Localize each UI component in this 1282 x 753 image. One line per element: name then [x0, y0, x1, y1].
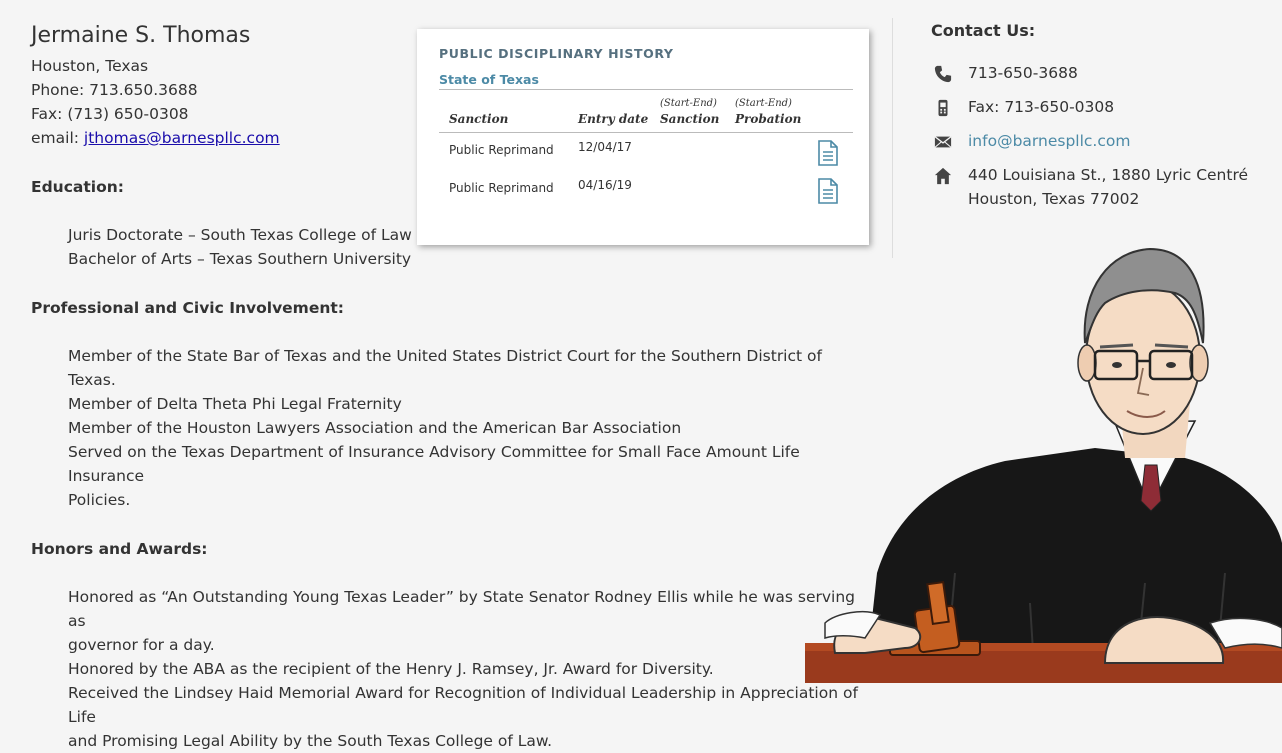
contact-fax-text: Fax: 713-650-0308 — [968, 98, 1115, 116]
column-sanction: Sanction — [449, 112, 509, 126]
list-item: Bachelor of Arts – Texas Southern Univer… — [68, 250, 412, 268]
table-row: Public Reprimand 04/16/19 — [439, 173, 853, 213]
column-divider — [892, 18, 893, 258]
honors-heading: Honors and Awards: — [31, 540, 208, 558]
email-link[interactable]: jthomas@barnespllc.com — [84, 129, 280, 147]
list-item: Received the Lindsey Haid Memorial Award… — [68, 684, 858, 726]
disciplinary-state: State of Texas — [439, 72, 539, 87]
judge-illustration — [805, 247, 1282, 683]
list-item: Honored by the ABA as the recipient of t… — [68, 660, 714, 678]
contact-address-line2: Houston, Texas 77002 — [968, 190, 1140, 208]
fax-icon — [938, 99, 948, 117]
list-item: Member of the Houston Lawyers Associatio… — [68, 419, 682, 437]
phone-icon — [934, 65, 952, 83]
list-item: Member of the State Bar of Texas and the… — [68, 347, 822, 389]
disciplinary-history-card: PUBLIC DISCIPLINARY HISTORY State of Tex… — [417, 29, 869, 245]
column-start-end-sanction: Sanction — [660, 112, 720, 126]
list-item: Served on the Texas Department of Insura… — [68, 443, 800, 485]
disciplinary-title: PUBLIC DISCIPLINARY HISTORY — [439, 46, 674, 61]
list-item: Policies. — [68, 491, 131, 509]
column-start-end-sanction-sub: (Start-End) — [660, 98, 717, 109]
contact-address-line1: 440 Louisiana St., 1880 Lyric Centré — [968, 166, 1249, 184]
email-label: email: — [31, 129, 84, 147]
row-sanction: Public Reprimand — [449, 143, 554, 157]
contact-email-link[interactable]: info@barnespllc.com — [968, 129, 1130, 153]
involvement-heading: Professional and Civic Involvement: — [31, 299, 344, 317]
table-row: Public Reprimand 12/04/17 — [439, 133, 853, 173]
mail-icon — [934, 136, 952, 148]
home-icon — [934, 167, 952, 185]
list-item: Honored as “An Outstanding Young Texas L… — [68, 588, 855, 630]
row-entry-date: 04/16/19 — [578, 178, 632, 192]
row-sanction: Public Reprimand — [449, 181, 554, 195]
contact-panel: Contact Us: 713-650-3688 Fax: 713-650-03… — [931, 18, 1248, 208]
row-entry-date: 12/04/17 — [578, 140, 632, 154]
table-header: Sanction Entry date (Start-End) Sanction… — [439, 90, 853, 133]
honors-list: Honored as “An Outstanding Young Texas L… — [31, 585, 861, 753]
involvement-list: Member of the State Bar of Texas and the… — [31, 344, 861, 512]
column-start-end-probation-sub: (Start-End) — [735, 98, 792, 109]
column-probation: Probation — [735, 112, 802, 126]
disciplinary-table: Sanction Entry date (Start-End) Sanction… — [439, 89, 853, 213]
list-item: and Promising Legal Ability by the South… — [68, 732, 553, 750]
contact-title: Contact Us: — [931, 21, 1036, 40]
column-entry-date: Entry date — [578, 112, 649, 126]
list-item: governor for a day. — [68, 636, 215, 654]
document-icon[interactable] — [817, 140, 839, 166]
document-icon[interactable] — [817, 178, 839, 204]
list-item: Member of Delta Theta Phi Legal Fraterni… — [68, 395, 402, 413]
contact-phone-text: 713-650-3688 — [968, 64, 1078, 82]
